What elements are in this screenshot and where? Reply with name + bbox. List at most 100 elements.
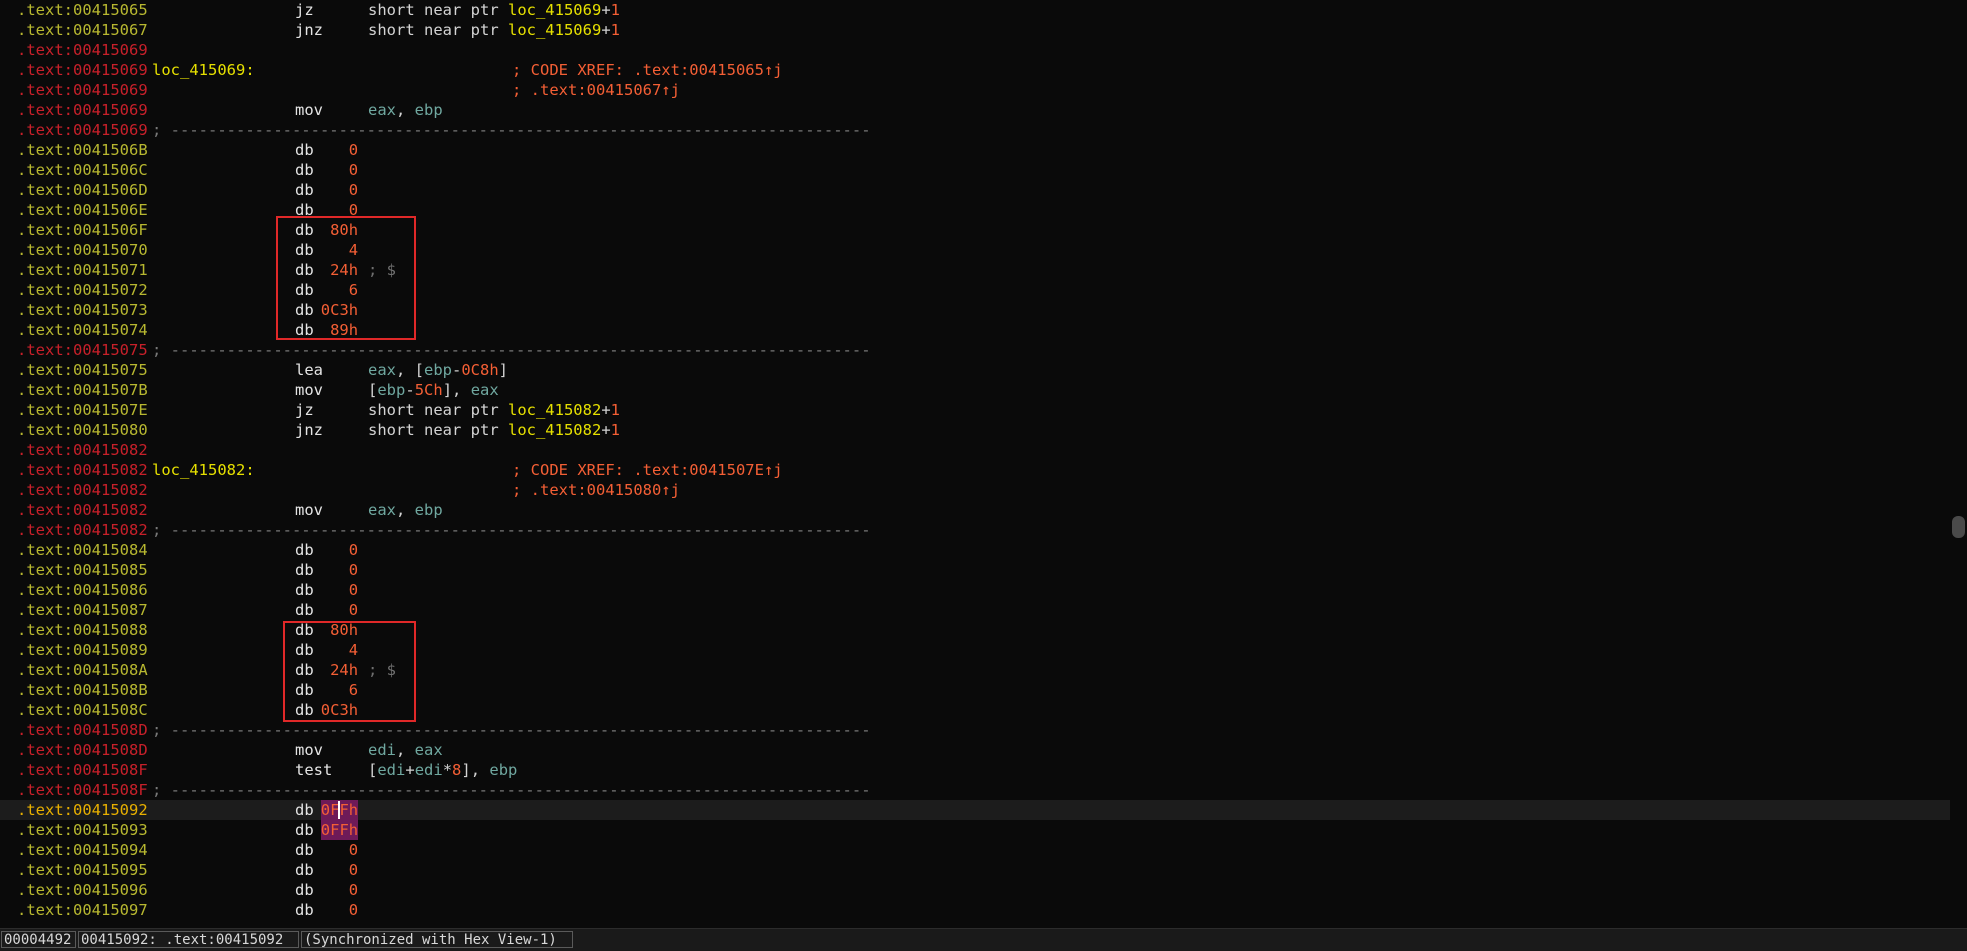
xref-comment[interactable]: ; .text:00415080↑j bbox=[512, 480, 680, 500]
listing-line[interactable]: .text:00415082 loc_415082: ; CODE XREF: .t… bbox=[0, 460, 1950, 480]
listing-line[interactable]: .text:00415094 db 0 bbox=[0, 840, 1950, 860]
listing-line[interactable]: .text:00415069 bbox=[0, 40, 1950, 60]
instruction-operands[interactable]: short near ptr loc_415082+1 bbox=[368, 400, 620, 420]
listing-line[interactable]: .text:00415082 ; .text:00415080↑j bbox=[0, 480, 1950, 500]
xref-comment[interactable]: ; .text:00415067↑j bbox=[512, 80, 680, 100]
byte-value[interactable]: 0 bbox=[349, 560, 358, 580]
listing-line[interactable]: .text:00415065 jz short near ptr loc_41506… bbox=[0, 0, 1950, 20]
instruction-mnemonic[interactable]: mov bbox=[295, 500, 323, 520]
byte-value[interactable]: 0 bbox=[349, 600, 358, 620]
listing-line[interactable]: .text:00415084 db 0 bbox=[0, 540, 1950, 560]
register-operand: eax bbox=[368, 101, 396, 119]
status-bar: 00004492 00415092: .text:00415092 (Synch… bbox=[0, 928, 1967, 951]
listing-line[interactable]: .text:00415069 mov eax, ebp bbox=[0, 100, 1950, 120]
instruction-mnemonic[interactable]: jnz bbox=[295, 420, 323, 440]
listing-line[interactable]: .text:0041508F; ------------------------… bbox=[0, 780, 1950, 800]
instruction-operands[interactable]: short near ptr loc_415069+1 bbox=[368, 0, 620, 20]
listing-line[interactable]: .text:00415082 mov eax, ebp bbox=[0, 500, 1950, 520]
instruction-mnemonic[interactable]: db bbox=[295, 560, 314, 580]
listing-line[interactable]: .text:00415069 loc_415069: ; CODE XREF: .t… bbox=[0, 60, 1950, 80]
listing-line[interactable]: .text:00415093 db 0FFh bbox=[0, 820, 1950, 840]
listing-line[interactable]: .text:00415069 ; .text:00415067↑j bbox=[0, 80, 1950, 100]
listing-line[interactable]: .text:0041508D; ------------------------… bbox=[0, 720, 1950, 740]
listing-line[interactable]: .text:00415082 bbox=[0, 440, 1950, 460]
instruction-mnemonic[interactable]: db bbox=[295, 900, 314, 920]
line-address: .text:0041508F bbox=[17, 761, 148, 779]
instruction-operands[interactable]: eax, [ebp-0C8h] bbox=[368, 360, 508, 380]
instruction-mnemonic[interactable]: mov bbox=[295, 380, 323, 400]
scrollbar-thumb[interactable] bbox=[1952, 516, 1965, 538]
instruction-operands[interactable]: [ebp-5Ch], eax bbox=[368, 380, 499, 400]
byte-value[interactable]: 0 bbox=[349, 880, 358, 900]
instruction-operands[interactable]: eax, ebp bbox=[368, 100, 443, 120]
listing-line[interactable]: .text:0041508F test [edi+edi*8], ebp bbox=[0, 760, 1950, 780]
label-reference[interactable]: loc_415082 bbox=[508, 401, 601, 419]
instruction-mnemonic[interactable]: db bbox=[295, 600, 314, 620]
instruction-mnemonic[interactable]: db bbox=[295, 160, 314, 180]
listing-line[interactable]: .text:00415096 db 0 bbox=[0, 880, 1950, 900]
instruction-operands[interactable]: short near ptr loc_415082+1 bbox=[368, 420, 620, 440]
listing-line[interactable]: .text:0041507E jz short near ptr loc_41508… bbox=[0, 400, 1950, 420]
line-address: .text:0041507B bbox=[17, 381, 148, 399]
disassembly-listing[interactable]: .text:00415065 jz short near ptr loc_41506… bbox=[0, 0, 1950, 928]
line-address: .text:00415069 bbox=[17, 41, 148, 59]
listing-line[interactable]: .text:00415069; ------------------------… bbox=[0, 120, 1950, 140]
instruction-mnemonic[interactable]: db bbox=[295, 820, 314, 840]
listing-line[interactable]: .text:0041506D db 0 bbox=[0, 180, 1950, 200]
byte-value[interactable]: 0 bbox=[349, 860, 358, 880]
byte-value[interactable]: 0 bbox=[349, 840, 358, 860]
listing-line[interactable]: .text:00415087 db 0 bbox=[0, 600, 1950, 620]
instruction-mnemonic[interactable]: jz bbox=[295, 0, 314, 20]
listing-line[interactable]: .text:0041506C db 0 bbox=[0, 160, 1950, 180]
xref-comment[interactable]: ; CODE XREF: .text:00415065↑j bbox=[512, 60, 783, 80]
byte-value[interactable]: 0 bbox=[349, 160, 358, 180]
instruction-mnemonic[interactable]: db bbox=[295, 540, 314, 560]
label-reference[interactable]: loc_415069 bbox=[508, 1, 601, 19]
byte-value[interactable]: 0 bbox=[349, 540, 358, 560]
instruction-mnemonic[interactable]: jnz bbox=[295, 20, 323, 40]
instruction-mnemonic[interactable]: db bbox=[295, 800, 314, 820]
listing-line[interactable]: .text:00415080 jnz short near ptr loc_4150… bbox=[0, 420, 1950, 440]
byte-value[interactable]: 0 bbox=[349, 180, 358, 200]
byte-value[interactable]: 0 bbox=[349, 580, 358, 600]
listing-line[interactable]: .text:00415075 lea eax, [ebp-0C8h] bbox=[0, 360, 1950, 380]
line-address: .text:0041506E bbox=[17, 201, 148, 219]
byte-value[interactable]: 0 bbox=[349, 900, 358, 920]
listing-line[interactable]: .text:00415097 db 0 bbox=[0, 900, 1950, 920]
operand-text: short near ptr bbox=[368, 21, 508, 39]
instruction-operands[interactable]: short near ptr loc_415069+1 bbox=[368, 20, 620, 40]
listing-line-current[interactable]: .text:00415092 db 0FFh bbox=[0, 800, 1950, 820]
label-reference[interactable]: loc_415082 bbox=[508, 421, 601, 439]
instruction-mnemonic[interactable]: test bbox=[295, 760, 332, 780]
listing-line[interactable]: .text:00415085 db 0 bbox=[0, 560, 1950, 580]
listing-line[interactable]: .text:0041507B mov [ebp-5Ch], eax bbox=[0, 380, 1950, 400]
instruction-mnemonic[interactable]: jz bbox=[295, 400, 314, 420]
instruction-operands[interactable]: [edi+edi*8], ebp bbox=[368, 760, 517, 780]
line-address: .text:00415088 bbox=[17, 621, 148, 639]
xref-comment[interactable]: ; CODE XREF: .text:0041507E↑j bbox=[512, 460, 783, 480]
instruction-mnemonic[interactable]: db bbox=[295, 580, 314, 600]
listing-line[interactable]: .text:0041506B db 0 bbox=[0, 140, 1950, 160]
code-label[interactable]: loc_415069: bbox=[152, 60, 255, 80]
instruction-operands[interactable]: edi, eax bbox=[368, 740, 443, 760]
listing-line[interactable]: .text:0041508D mov edi, eax bbox=[0, 740, 1950, 760]
instruction-mnemonic[interactable]: db bbox=[295, 860, 314, 880]
instruction-mnemonic[interactable]: lea bbox=[295, 360, 323, 380]
instruction-mnemonic[interactable]: db bbox=[295, 840, 314, 860]
label-reference[interactable]: loc_415069 bbox=[508, 21, 601, 39]
listing-line[interactable]: .text:00415095 db 0 bbox=[0, 860, 1950, 880]
listing-line[interactable]: .text:00415086 db 0 bbox=[0, 580, 1950, 600]
byte-value[interactable]: 0 bbox=[349, 140, 358, 160]
vertical-scrollbar[interactable] bbox=[1950, 0, 1967, 928]
instruction-mnemonic[interactable]: mov bbox=[295, 100, 323, 120]
listing-line[interactable]: .text:00415067 jnz short near ptr loc_4150… bbox=[0, 20, 1950, 40]
listing-line[interactable]: .text:00415075; ------------------------… bbox=[0, 340, 1950, 360]
instruction-mnemonic[interactable]: db bbox=[295, 180, 314, 200]
instruction-mnemonic[interactable]: mov bbox=[295, 740, 323, 760]
listing-line[interactable]: .text:00415082; ------------------------… bbox=[0, 520, 1950, 540]
instruction-mnemonic[interactable]: db bbox=[295, 140, 314, 160]
instruction-operands[interactable]: eax, ebp bbox=[368, 500, 443, 520]
byte-value[interactable]: 0FFh bbox=[320, 820, 359, 840]
instruction-mnemonic[interactable]: db bbox=[295, 880, 314, 900]
code-label[interactable]: loc_415082: bbox=[152, 460, 255, 480]
